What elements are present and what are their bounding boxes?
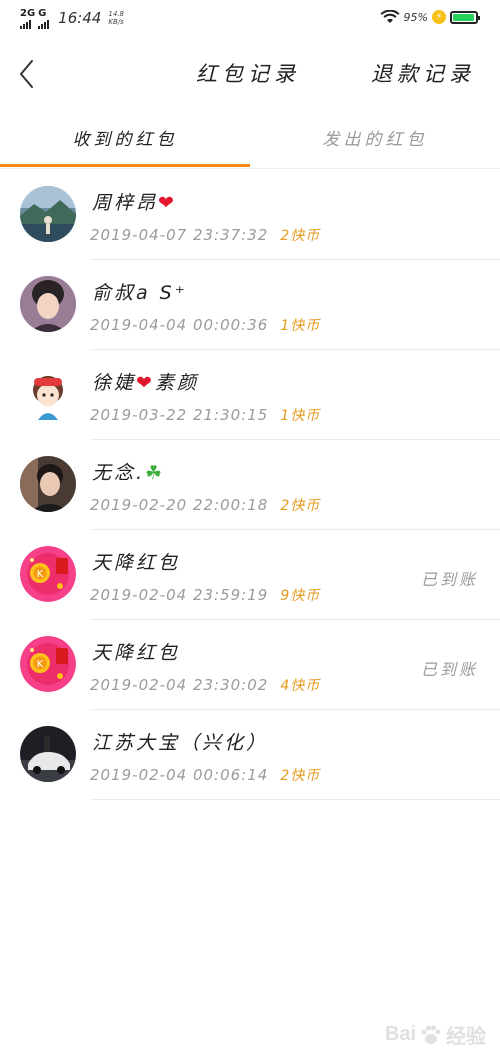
baidu-watermark: Bai 经验 (385, 1020, 486, 1049)
sender-name: 天降红包 (92, 548, 180, 575)
list-item[interactable]: 周梓昂❤ 2019-04-07 23:37:32 2快币 (0, 170, 500, 260)
status-left: 2G G 16:44 14.8 KB/s (20, 9, 124, 29)
network-type-label-2: G (38, 8, 47, 19)
list-item[interactable]: 俞叔a S⁺ 2019-04-04 00:00:36 1快币 (0, 260, 500, 350)
record-time: 2019-02-04 00:06:14 2快币 (90, 765, 320, 785)
watermark-text: Bai (384, 1023, 416, 1045)
list-item[interactable]: 江苏大宝（兴化） 2019-02-04 00:06:14 2快币 (0, 710, 500, 800)
red-envelope-icon: K (20, 636, 76, 692)
sender-name-suffix: 素颜 (154, 372, 199, 394)
coin-amount: 1快币 (280, 408, 321, 424)
heart-icon: ❤ (158, 192, 177, 214)
avatar (20, 186, 76, 242)
coin-amount: 9快币 (280, 588, 321, 604)
charging-icon: ⚡ (432, 10, 446, 24)
list-item[interactable]: K 天降红包 2019-02-04 23:30:02 4快币 已到账 (0, 620, 500, 710)
coin-amount: 2快币 (280, 768, 321, 784)
avatar (20, 276, 76, 332)
battery-percent: 95% (403, 10, 428, 24)
signal-indicator-2: G (38, 8, 50, 29)
record-time: 2019-04-07 23:37:32 2快币 (90, 225, 320, 245)
network-speed-value: 14.8 (108, 10, 124, 18)
sender-name: 周梓昂❤ (92, 188, 177, 215)
tab-sent[interactable]: 发出的红包 (250, 125, 500, 150)
record-list: 周梓昂❤ 2019-04-07 23:37:32 2快币 俞叔a S⁺ 2019-… (0, 170, 500, 800)
sender-name-text: 周梓昂 (92, 192, 159, 214)
record-time: 2019-04-04 00:00:36 1快币 (90, 315, 320, 335)
record-time: 2019-03-22 21:30:15 1快币 (90, 405, 320, 425)
sender-name-text: 俞叔a S⁺ (92, 282, 188, 304)
timestamp: 2019-02-04 23:30:02 (90, 676, 269, 694)
wifi-icon (380, 10, 400, 23)
tab-bar: 收到的红包 发出的红包 (0, 118, 500, 169)
status-received: 已到账 (420, 660, 478, 679)
clock: 16:44 (58, 9, 102, 27)
record-time: 2019-02-20 22:00:18 2快币 (90, 495, 320, 515)
timestamp: 2019-04-07 23:37:32 (90, 226, 269, 244)
timestamp: 2019-02-20 22:00:18 (90, 496, 269, 514)
sender-name: 俞叔a S⁺ (92, 278, 188, 305)
avatar (20, 456, 76, 512)
avatar (20, 366, 76, 422)
watermark-text-2: 经验 (446, 1026, 486, 1048)
battery-icon (450, 10, 480, 24)
list-item[interactable]: 徐婕❤素颜 2019-03-22 21:30:15 1快币 (0, 350, 500, 440)
timestamp: 2019-04-04 00:00:36 (90, 316, 269, 334)
refund-records-button[interactable]: 退款记录 (371, 58, 475, 88)
status-bar: 2G G 16:44 14.8 KB/s 95% ⚡ (0, 0, 500, 38)
list-item[interactable]: K 天降红包 2019-02-04 23:59:19 9快币 已到账 (0, 530, 500, 620)
sender-name: 天降红包 (92, 638, 180, 665)
sender-name: 无念.☘ (92, 458, 165, 485)
battery-level (453, 13, 474, 21)
timestamp: 2019-02-04 00:06:14 (90, 766, 269, 784)
sender-name-text: 天降红包 (92, 642, 181, 664)
signal-bars-icon (20, 20, 31, 29)
svg-text:K: K (37, 569, 44, 580)
red-envelope-icon: K (20, 546, 76, 602)
coin-amount: 2快币 (280, 498, 321, 514)
sender-name-text: 徐婕 (92, 372, 137, 394)
network-type-label: 2G (20, 8, 36, 19)
signal-bars-icon-2 (38, 20, 50, 29)
coin-amount: 1快币 (280, 318, 321, 334)
coin-amount: 2快币 (280, 228, 321, 244)
clover-icon: ☘ (145, 462, 166, 484)
sender-name: 徐婕❤素颜 (92, 368, 199, 395)
avatar (20, 726, 76, 782)
record-time: 2019-02-04 23:59:19 9快币 (90, 585, 320, 605)
timestamp: 2019-02-04 23:59:19 (90, 586, 269, 604)
sender-name-text: 天降红包 (92, 552, 181, 574)
coin-amount: 4快币 (280, 678, 321, 694)
status-right: 95% ⚡ (380, 10, 480, 24)
heart-icon: ❤ (136, 372, 155, 394)
signal-indicator-1: 2G (20, 9, 35, 29)
tab-received[interactable]: 收到的红包 (0, 125, 250, 150)
back-icon[interactable] (16, 58, 40, 90)
status-received: 已到账 (420, 570, 478, 589)
network-speed: 14.8 KB/s (108, 10, 124, 26)
record-time: 2019-02-04 23:30:02 4快币 (90, 675, 320, 695)
row-divider (90, 799, 500, 800)
page-title: 红包记录 (196, 62, 300, 86)
active-tab-indicator (0, 164, 250, 167)
timestamp: 2019-03-22 21:30:15 (90, 406, 269, 424)
sender-name-text: 江苏大宝（兴化） (92, 732, 269, 754)
svg-text:K: K (37, 659, 44, 670)
network-speed-unit: KB/s (108, 18, 124, 26)
sender-name-text: 无念. (92, 462, 146, 484)
sender-name: 江苏大宝（兴化） (92, 728, 268, 755)
paw-icon (421, 1025, 441, 1044)
list-item[interactable]: 无念.☘ 2019-02-20 22:00:18 2快币 (0, 440, 500, 530)
